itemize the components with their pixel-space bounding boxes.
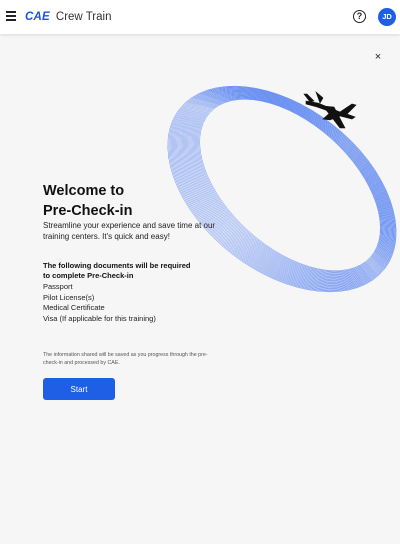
user-avatar[interactable]: JD: [378, 8, 396, 26]
start-button[interactable]: Start: [43, 378, 115, 400]
document-item-visa: Visa (If applicable for this training): [43, 313, 156, 323]
document-item-medical-certificate: Medical Certificate: [43, 303, 105, 313]
app-name: Crew Train: [55, 11, 112, 23]
requirements-heading: The following documents will be required…: [43, 261, 191, 281]
requirements-heading-line-1: The following documents will be required: [43, 261, 191, 270]
brand-logo[interactable]: CAE Crew Train: [25, 10, 112, 24]
flight-ring-illustration: [167, 85, 397, 293]
title-line-1: Welcome to: [43, 183, 125, 199]
requirements-heading-line-2: to complete Pre-Check-in: [43, 271, 134, 280]
ring-lines: [167, 85, 397, 293]
cae-logo-text: CAE: [25, 11, 50, 23]
document-item-passport: Passport: [43, 282, 73, 291]
privacy-notice: The information shared will be saved as …: [43, 352, 208, 366]
top-app-bar: CAE Crew Train ? JD: [0, 0, 400, 34]
title-line-2: Pre-Check-in: [43, 203, 133, 219]
subtitle-text: Streamline your experience and save time…: [43, 221, 216, 241]
document-item-pilot-license: Pilot License(s): [43, 292, 95, 302]
menu-icon[interactable]: [6, 11, 16, 21]
required-documents-list: Passport Pilot License(s) Medical Certif…: [43, 282, 156, 324]
page-title: Welcome to Pre-Check-in: [43, 181, 132, 221]
help-circle-icon[interactable]: ?: [353, 10, 366, 23]
